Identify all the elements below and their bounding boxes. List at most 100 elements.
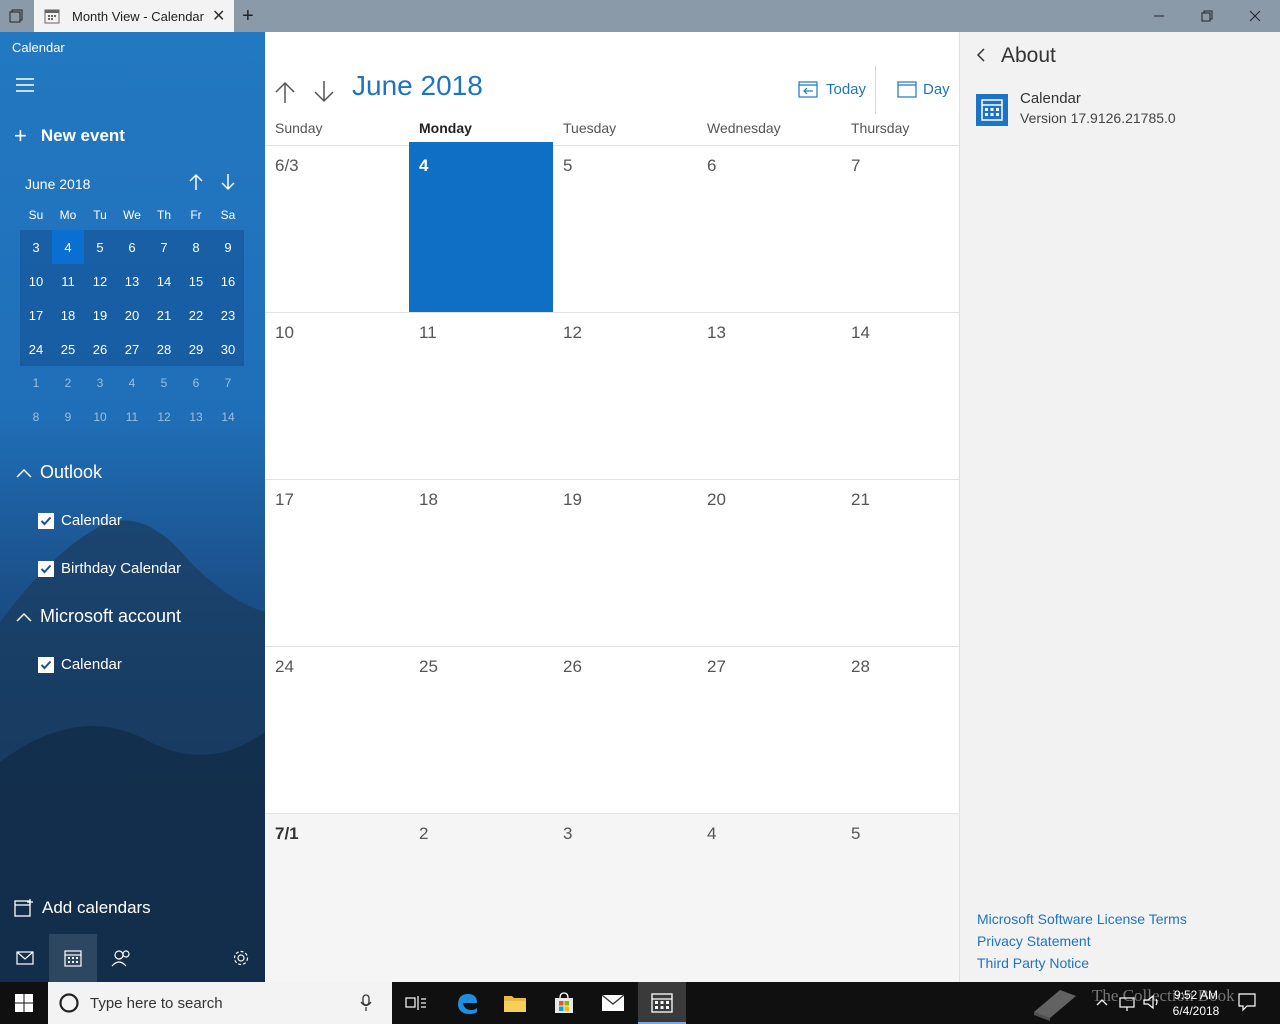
mini-day[interactable]: 25 <box>52 332 84 366</box>
day-cell[interactable]: 14 <box>851 323 870 343</box>
mini-day[interactable]: 22 <box>180 298 212 332</box>
checkbox-checked-icon[interactable] <box>38 656 54 673</box>
checkbox-checked-icon[interactable] <box>38 512 54 529</box>
new-event-button[interactable]: + New event <box>14 124 125 148</box>
calendar-toggle[interactable]: Calendar <box>38 656 122 673</box>
mini-day[interactable]: 3 <box>84 366 116 400</box>
microphone-icon[interactable] <box>360 994 372 1012</box>
day-cell[interactable]: 12 <box>563 323 582 343</box>
mini-day[interactable]: 2 <box>52 366 84 400</box>
taskbar-search-box[interactable]: Type here to search <box>48 982 392 1024</box>
mini-day[interactable]: 26 <box>84 332 116 366</box>
day-cell[interactable]: 18 <box>419 490 438 510</box>
store-taskbar-button[interactable] <box>540 982 588 1024</box>
day-cell-month-start[interactable]: 7/1 <box>275 824 299 844</box>
mini-next-month-arrow-down-icon[interactable] <box>220 172 236 192</box>
calendar-toggle[interactable]: Calendar <box>38 512 122 529</box>
system-clock[interactable]: 9:52 AM 6/4/2018 <box>1170 987 1222 1019</box>
mini-day[interactable]: 5 <box>148 366 180 400</box>
mini-day[interactable]: 10 <box>20 264 52 298</box>
mini-day[interactable]: 9 <box>52 400 84 434</box>
mini-day[interactable]: 18 <box>52 298 84 332</box>
people-button[interactable] <box>97 934 145 982</box>
mini-day[interactable]: 12 <box>148 400 180 434</box>
task-view-button[interactable] <box>392 982 440 1024</box>
mini-day[interactable]: 10 <box>84 400 116 434</box>
restore-button[interactable] <box>1184 0 1230 32</box>
group-outlook[interactable]: Outlook <box>16 462 102 483</box>
mini-day[interactable]: 17 <box>20 298 52 332</box>
minimize-button[interactable] <box>1136 0 1182 32</box>
day-cell[interactable]: 17 <box>275 490 294 510</box>
mini-day[interactable]: 11 <box>116 400 148 434</box>
day-cell[interactable]: 10 <box>275 323 294 343</box>
mini-day[interactable]: 15 <box>180 264 212 298</box>
file-explorer-taskbar-button[interactable] <box>491 982 539 1024</box>
mini-day-today[interactable]: 4 <box>52 230 84 264</box>
today-button[interactable]: Today <box>798 80 866 98</box>
new-tab-icon[interactable]: + <box>242 5 254 28</box>
calendar-taskbar-button[interactable] <box>638 982 686 1024</box>
mini-day[interactable]: 13 <box>180 400 212 434</box>
hamburger-menu-icon[interactable] <box>16 78 34 92</box>
mini-day[interactable]: 29 <box>180 332 212 366</box>
day-cell[interactable]: 24 <box>275 657 294 677</box>
tab-list-icon[interactable] <box>8 8 24 24</box>
show-hidden-icons-chevron-icon[interactable] <box>1096 992 1108 1012</box>
checkbox-checked-icon[interactable] <box>38 560 54 577</box>
mini-day[interactable]: 24 <box>20 332 52 366</box>
group-microsoft-account[interactable]: Microsoft account <box>16 606 181 627</box>
close-tab-icon[interactable]: ✕ <box>212 6 225 26</box>
day-cell[interactable]: 25 <box>419 657 438 677</box>
day-view-button[interactable]: Day <box>897 80 950 98</box>
day-cell[interactable]: 6 <box>707 156 716 176</box>
mini-day[interactable]: 3 <box>20 230 52 264</box>
mini-day[interactable]: 13 <box>116 264 148 298</box>
mini-day[interactable]: 14 <box>212 400 244 434</box>
day-cell[interactable]: 2 <box>419 824 428 844</box>
next-month-arrow-down-icon[interactable] <box>313 80 335 104</box>
close-window-button[interactable] <box>1232 0 1278 32</box>
browser-tab[interactable]: Month View - Calendar ✕ <box>34 0 234 32</box>
day-cell[interactable]: 13 <box>707 323 726 343</box>
start-button[interactable] <box>0 982 48 1024</box>
mini-day[interactable]: 20 <box>116 298 148 332</box>
mini-day[interactable]: 1 <box>20 366 52 400</box>
edge-taskbar-button[interactable] <box>443 982 491 1024</box>
action-center-icon[interactable] <box>1238 992 1256 1012</box>
mail-taskbar-button[interactable] <box>589 982 637 1024</box>
mini-day[interactable]: 27 <box>116 332 148 366</box>
mini-day[interactable]: 30 <box>212 332 244 366</box>
previous-month-arrow-up-icon[interactable] <box>274 80 296 104</box>
day-cell[interactable]: 21 <box>851 490 870 510</box>
mini-day[interactable]: 11 <box>52 264 84 298</box>
mini-day[interactable]: 5 <box>84 230 116 264</box>
mini-day[interactable]: 7 <box>148 230 180 264</box>
day-cell[interactable]: 5 <box>563 156 572 176</box>
mini-day[interactable]: 28 <box>148 332 180 366</box>
day-cell[interactable]: 5 <box>851 824 860 844</box>
mini-day[interactable]: 8 <box>20 400 52 434</box>
mini-day[interactable]: 23 <box>212 298 244 332</box>
day-cell[interactable]: 19 <box>563 490 582 510</box>
network-icon[interactable] <box>1118 992 1136 1012</box>
month-title[interactable]: June 2018 <box>352 70 483 102</box>
mini-day[interactable]: 6 <box>180 366 212 400</box>
mini-day[interactable]: 9 <box>212 230 244 264</box>
day-cell[interactable]: 3 <box>563 824 572 844</box>
day-cell[interactable]: 11 <box>419 323 437 343</box>
day-cell[interactable]: 7 <box>851 156 860 176</box>
mini-day[interactable]: 16 <box>212 264 244 298</box>
settings-button[interactable] <box>217 934 265 982</box>
mini-day[interactable]: 7 <box>212 366 244 400</box>
mini-day[interactable]: 19 <box>84 298 116 332</box>
mini-day[interactable]: 21 <box>148 298 180 332</box>
license-terms-link[interactable]: Microsoft Software License Terms <box>977 911 1187 927</box>
day-cell[interactable]: 4 <box>707 824 716 844</box>
mini-previous-month-arrow-up-icon[interactable] <box>188 172 204 192</box>
mini-day[interactable]: 14 <box>148 264 180 298</box>
day-cell[interactable]: 6/3 <box>275 156 299 176</box>
mini-calendar-title[interactable]: June 2018 <box>25 176 90 192</box>
back-chevron-icon[interactable] <box>976 48 986 62</box>
day-cell-today[interactable]: 4 <box>409 142 553 312</box>
